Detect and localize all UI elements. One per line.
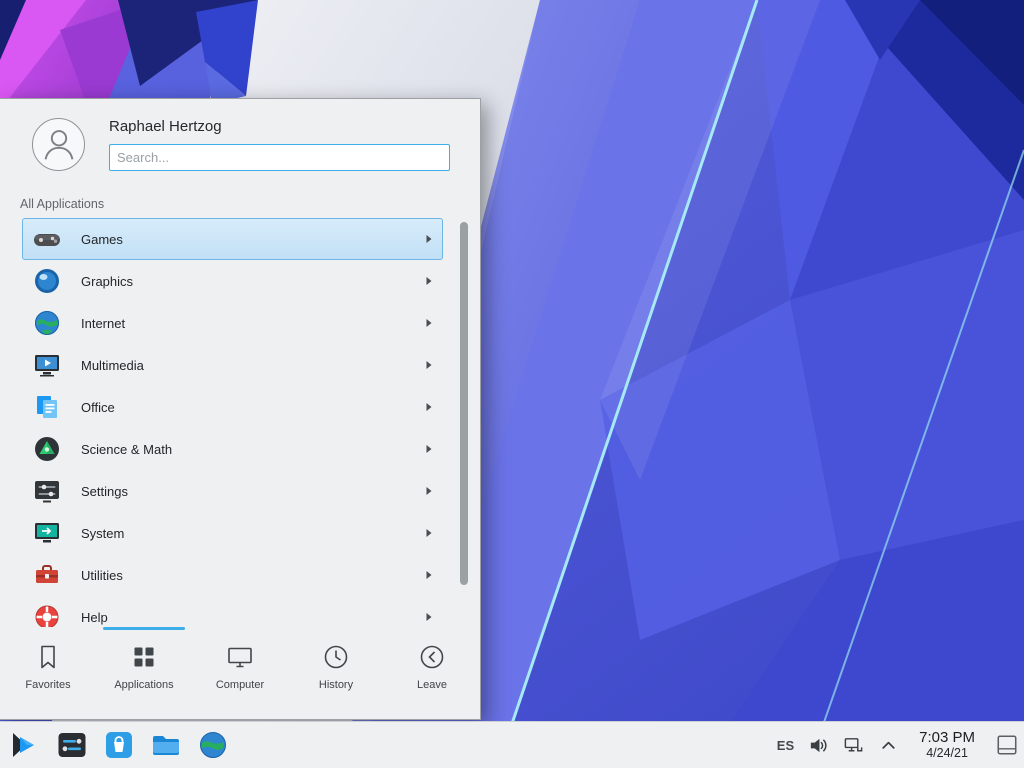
- chevron-right-icon: [425, 318, 433, 328]
- computer-monitor-icon: [225, 642, 255, 672]
- settings-tile-icon: [57, 730, 87, 760]
- network-icon[interactable]: [843, 735, 864, 756]
- utilities-icon: [33, 561, 61, 589]
- user-avatar[interactable]: [32, 118, 85, 171]
- web-browser-button[interactable]: [197, 729, 229, 761]
- category-help[interactable]: Help: [22, 596, 443, 627]
- taskbar: ES 7:03 PM 4/24/21: [0, 721, 1024, 768]
- category-games[interactable]: Games: [22, 218, 443, 260]
- keyboard-layout-indicator[interactable]: ES: [777, 738, 794, 753]
- office-icon: [33, 393, 61, 421]
- discover-button[interactable]: [103, 729, 135, 761]
- category-list-viewport: Games Graphics Internet Multimedia Offic…: [0, 218, 480, 627]
- launcher-tabbar: Favorites Applications Computer History …: [0, 627, 480, 719]
- launcher-header: Raphael Hertzog: [0, 99, 480, 189]
- show-desktop-icon: [995, 733, 1019, 757]
- favorites-bookmark-icon: [33, 642, 63, 672]
- chevron-right-icon: [425, 360, 433, 370]
- category-office[interactable]: Office: [22, 386, 443, 428]
- tab-leave[interactable]: Leave: [384, 627, 480, 719]
- chevron-right-icon: [425, 276, 433, 286]
- internet-globe-icon: [33, 309, 61, 337]
- applications-grid-icon: [129, 642, 159, 672]
- multimedia-icon: [33, 351, 61, 379]
- games-gamepad-icon: [33, 225, 61, 253]
- application-launcher-icon: [10, 730, 40, 760]
- active-tab-indicator: [103, 627, 185, 630]
- history-clock-icon: [321, 642, 351, 672]
- category-list: Games Graphics Internet Multimedia Offic…: [22, 218, 443, 627]
- file-manager-button[interactable]: [150, 729, 182, 761]
- chevron-right-icon: [425, 234, 433, 244]
- tray-icons: [808, 735, 899, 756]
- user-avatar-icon: [36, 121, 82, 167]
- chevron-right-icon: [425, 570, 433, 580]
- category-system[interactable]: System: [22, 512, 443, 554]
- discover-icon: [104, 730, 134, 760]
- taskbar-launchers: [0, 729, 229, 761]
- user-name: Raphael Hertzog: [109, 118, 450, 135]
- tab-computer[interactable]: Computer: [192, 627, 288, 719]
- leave-icon: [417, 642, 447, 672]
- volume-icon[interactable]: [808, 735, 829, 756]
- application-launcher-menu: Raphael Hertzog All Applications Games G…: [0, 98, 481, 720]
- application-launcher-button[interactable]: [9, 729, 41, 761]
- file-manager-icon: [151, 730, 181, 760]
- graphics-icon: [33, 267, 61, 295]
- tab-history[interactable]: History: [288, 627, 384, 719]
- chevron-right-icon: [425, 444, 433, 454]
- category-science-math[interactable]: Science & Math: [22, 428, 443, 470]
- science-math-icon: [33, 435, 61, 463]
- show-desktop-button[interactable]: [995, 733, 1019, 757]
- tab-applications[interactable]: Applications: [96, 627, 192, 719]
- digital-clock[interactable]: 7:03 PM 4/24/21: [919, 729, 975, 761]
- settings-icon: [33, 477, 61, 505]
- chevron-right-icon: [425, 528, 433, 538]
- category-internet[interactable]: Internet: [22, 302, 443, 344]
- help-icon: [33, 603, 61, 627]
- desktop[interactable]: Raphael Hertzog All Applications Games G…: [0, 0, 1024, 768]
- category-settings[interactable]: Settings: [22, 470, 443, 512]
- clock-time: 7:03 PM: [919, 729, 975, 746]
- search-input[interactable]: [109, 144, 450, 171]
- scrollbar-thumb[interactable]: [460, 222, 468, 585]
- system-icon: [33, 519, 61, 547]
- chevron-right-icon: [425, 402, 433, 412]
- web-browser-icon: [198, 730, 228, 760]
- chevron-right-icon: [425, 612, 433, 622]
- category-utilities[interactable]: Utilities: [22, 554, 443, 596]
- clock-date: 4/24/21: [919, 746, 975, 760]
- category-multimedia[interactable]: Multimedia: [22, 344, 443, 386]
- category-graphics[interactable]: Graphics: [22, 260, 443, 302]
- section-label: All Applications: [0, 189, 480, 218]
- expand-caret-icon[interactable]: [878, 735, 899, 756]
- tab-favorites[interactable]: Favorites: [0, 627, 96, 719]
- chevron-right-icon: [425, 486, 433, 496]
- scrollbar: [460, 222, 468, 617]
- system-settings-button[interactable]: [56, 729, 88, 761]
- system-tray: ES 7:03 PM 4/24/21: [777, 729, 1024, 761]
